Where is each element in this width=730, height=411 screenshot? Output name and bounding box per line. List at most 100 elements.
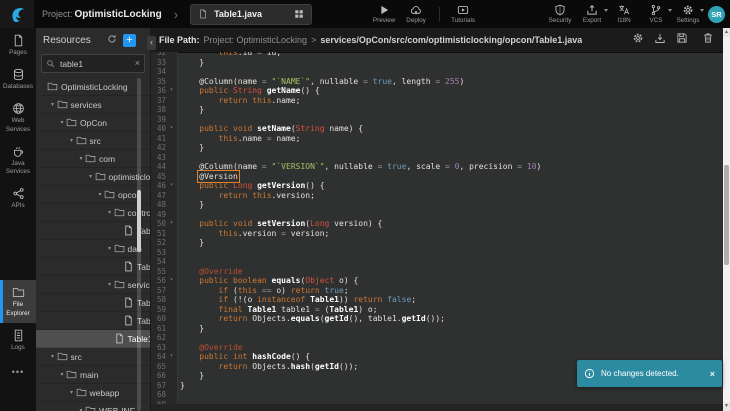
vcs-button[interactable]: VCS: [640, 0, 672, 28]
tutorials-button[interactable]: Tutorials: [447, 0, 479, 28]
fold-arrow-icon[interactable]: ▾: [166, 124, 177, 134]
grid-view-icon[interactable]: [294, 9, 304, 19]
tree-item-com[interactable]: ▾com: [36, 150, 150, 168]
deploy-button[interactable]: Deploy: [400, 0, 432, 28]
code-line[interactable]: 34: [150, 67, 723, 77]
code-line[interactable]: 36▾ public String getName() {: [150, 86, 723, 96]
editor-horizontal-scrollbar[interactable]: [150, 404, 723, 411]
expand-arrow-icon[interactable]: ▾: [77, 155, 85, 162]
sidebar-item-logs[interactable]: Logs: [0, 323, 36, 357]
app-logo-icon[interactable]: [0, 0, 34, 28]
fold-arrow-icon[interactable]: ▾: [166, 352, 177, 362]
code-line[interactable]: 50▾ public void setVersion(Long version)…: [150, 219, 723, 229]
expand-arrow-icon[interactable]: ▾: [58, 119, 66, 126]
collapse-panel-button[interactable]: ‹: [147, 36, 156, 50]
settings-button[interactable]: Settings: [672, 0, 704, 28]
expand-arrow-icon[interactable]: ▾: [68, 137, 76, 144]
code-line[interactable]: 47 return this.version;: [150, 191, 723, 201]
tree-item-optimisticlocking[interactable]: OptimisticLocking: [36, 78, 150, 96]
export-button[interactable]: Export: [576, 0, 608, 28]
sidebar-item-java-services[interactable]: Java Services: [0, 139, 36, 181]
code-line[interactable]: 68: [150, 390, 723, 400]
code-line[interactable]: 53: [150, 248, 723, 258]
code-line[interactable]: 57 if (this == o) return true;: [150, 286, 723, 296]
expand-arrow-icon[interactable]: ▾: [106, 245, 114, 252]
tree-item-service[interactable]: ▾service: [36, 276, 150, 294]
code-line[interactable]: 43: [150, 153, 723, 163]
code-editor[interactable]: 32 this.id = id;33 }3435 @Column(name = …: [150, 52, 723, 404]
tree-scrollbar[interactable]: [137, 78, 141, 411]
download-icon[interactable]: [654, 31, 666, 49]
search-input[interactable]: [58, 58, 132, 70]
code-line[interactable]: 51 this.version = version;: [150, 229, 723, 239]
delete-icon[interactable]: [702, 31, 714, 49]
tree-item-main[interactable]: ▾main: [36, 366, 150, 384]
refresh-icon[interactable]: [107, 31, 117, 49]
save-icon[interactable]: [676, 31, 688, 49]
code-line[interactable]: 61 }: [150, 324, 723, 334]
clear-search-icon[interactable]: ×: [135, 59, 140, 68]
code-line[interactable]: 38 }: [150, 105, 723, 115]
code-line[interactable]: 35 @Column(name = "`NAME`", nullable = t…: [150, 77, 723, 87]
code-line[interactable]: 40▾ public void setName(String name) {: [150, 124, 723, 134]
tree-item-table1controller-java[interactable]: Table1Controller.java: [36, 222, 150, 240]
tree-item-services[interactable]: ▾services: [36, 96, 150, 114]
sidebar-item-databases[interactable]: Databases: [0, 62, 36, 96]
code-line[interactable]: 60 return Objects.equals(getId(), table1…: [150, 314, 723, 324]
code-line[interactable]: 44 @Column(name = "`VERSION`", nullable …: [150, 162, 723, 172]
expand-arrow-icon[interactable]: ▾: [106, 281, 114, 288]
toast-close-icon[interactable]: ×: [710, 369, 715, 379]
code-line[interactable]: 63 @Override: [150, 343, 723, 353]
avatar[interactable]: SR: [708, 6, 725, 23]
page-scrollbar[interactable]: ▲ ▼: [723, 28, 730, 411]
expand-arrow-icon[interactable]: ▾: [68, 389, 76, 396]
fold-arrow-icon[interactable]: ▾: [166, 219, 177, 229]
code-line[interactable]: 41 this.name = name;: [150, 134, 723, 144]
scroll-up-arrow-icon[interactable]: ▲: [723, 28, 730, 37]
tree-item-table1-java[interactable]: Table1.java: [36, 330, 150, 348]
tree-item-webapp[interactable]: ▾webapp: [36, 384, 150, 402]
tree-item-table1serviceimpl-java[interactable]: Table1ServiceImpl.java: [36, 312, 150, 330]
tree-item-opcon[interactable]: ▾OpCon: [36, 114, 150, 132]
tree-scrollbar-thumb[interactable]: [137, 190, 141, 252]
code-line[interactable]: 56▾ public boolean equals(Object o) {: [150, 276, 723, 286]
expand-arrow-icon[interactable]: ▾: [49, 101, 57, 108]
fold-arrow-icon[interactable]: ▾: [166, 181, 177, 191]
page-scrollbar-thumb[interactable]: [724, 165, 729, 265]
code-line[interactable]: 37 return this.name;: [150, 96, 723, 106]
code-line[interactable]: 42 }: [150, 143, 723, 153]
expand-arrow-icon[interactable]: ▾: [96, 191, 104, 198]
expand-arrow-icon[interactable]: ▾: [106, 209, 114, 216]
code-line[interactable]: 59 final Table1 table1 = (Table1) o;: [150, 305, 723, 315]
fold-arrow-icon[interactable]: ▾: [166, 86, 177, 96]
expand-arrow-icon[interactable]: ▾: [77, 407, 85, 411]
tree-item-table1dao-java[interactable]: Table1Dao.java: [36, 258, 150, 276]
tree-item-optimisticlocking[interactable]: ▾optimisticlocking: [36, 168, 150, 186]
tree-item-table1service-java[interactable]: Table1Service.java: [36, 294, 150, 312]
more-menu-icon[interactable]: •••: [0, 367, 36, 377]
preview-button[interactable]: Preview: [368, 0, 400, 28]
code-line[interactable]: 58 if (!(o instanceof Table1)) return fa…: [150, 295, 723, 305]
security-button[interactable]: Security: [544, 0, 576, 28]
code-line[interactable]: 62: [150, 333, 723, 343]
tree-item-web-inf[interactable]: ▾WEB-INF: [36, 402, 150, 411]
tree-item-controller[interactable]: ▾controller: [36, 204, 150, 222]
tab-table1-java[interactable]: Table1.java: [190, 4, 312, 25]
i18n-button[interactable]: I18N: [608, 0, 640, 28]
code-line[interactable]: 48 }: [150, 200, 723, 210]
scroll-down-arrow-icon[interactable]: ▼: [723, 402, 730, 411]
sidebar-item-web-services[interactable]: Web Services: [0, 96, 36, 138]
code-line[interactable]: 39: [150, 115, 723, 125]
tree-item-dao[interactable]: ▾dao: [36, 240, 150, 258]
add-resource-button[interactable]: +: [123, 34, 136, 47]
code-line[interactable]: 55 @Override: [150, 267, 723, 277]
sidebar-item-pages[interactable]: Pages: [0, 28, 36, 62]
code-line[interactable]: 33 }: [150, 58, 723, 68]
tree-item-src[interactable]: ▾src: [36, 132, 150, 150]
code-line[interactable]: 46▾ public Long getVersion() {: [150, 181, 723, 191]
fold-arrow-icon[interactable]: ▾: [166, 276, 177, 286]
code-line[interactable]: 49: [150, 210, 723, 220]
tree-item-opcon[interactable]: ▾opcon: [36, 186, 150, 204]
expand-arrow-icon[interactable]: ▾: [87, 173, 95, 180]
tree-item-src[interactable]: ▾src: [36, 348, 150, 366]
